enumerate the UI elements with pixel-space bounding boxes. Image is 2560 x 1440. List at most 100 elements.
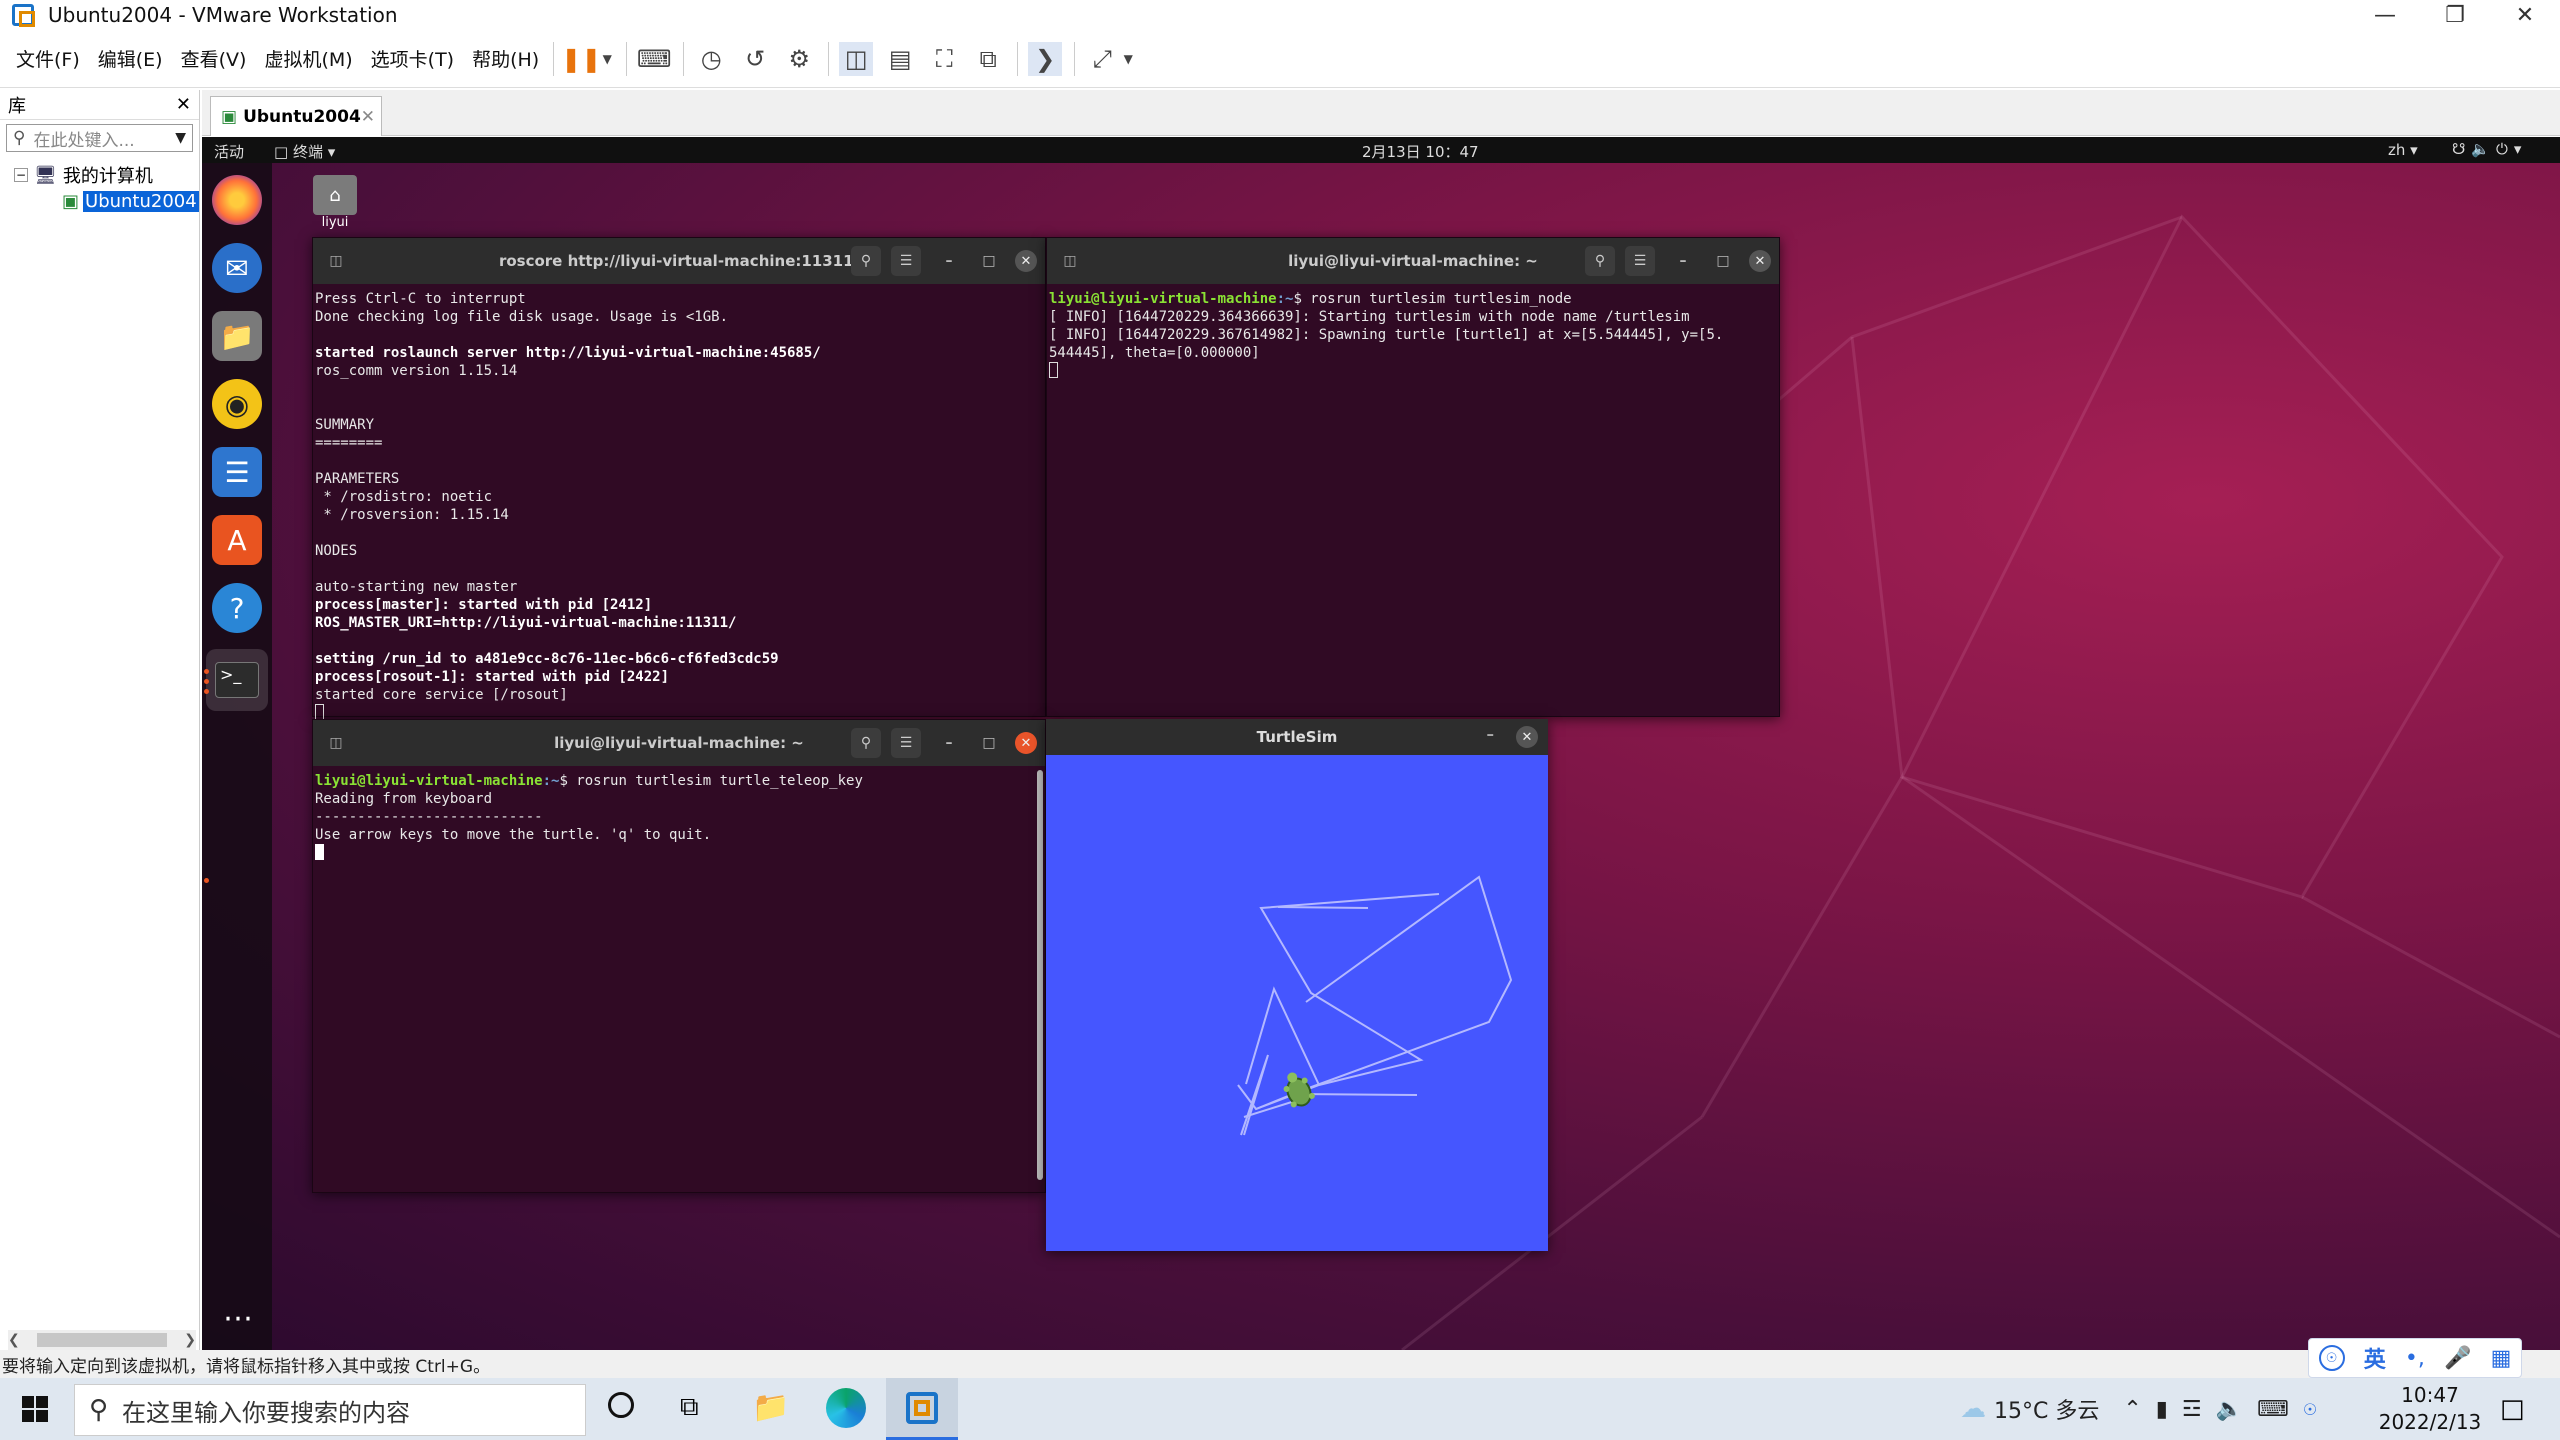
terminal-roscore[interactable]: ◫ roscore http://liyui-virtual-machine:1… <box>312 237 1046 720</box>
close-icon[interactable]: ✕ <box>1015 732 1037 754</box>
terminal-output[interactable]: Press Ctrl-C to interrupt Done checking … <box>313 284 1045 731</box>
unity-icon[interactable]: ⧉ <box>971 42 1005 76</box>
maximize-icon[interactable]: □ <box>977 249 1001 273</box>
scroll-right-icon[interactable]: ❯ <box>184 1332 196 1348</box>
show-applications-icon[interactable]: ⋯ <box>212 1293 262 1343</box>
notification-icon[interactable]: □ <box>2500 1394 2525 1424</box>
turtlesim-window[interactable]: TurtleSim – ✕ <box>1046 719 1548 1251</box>
new-tab-icon[interactable]: ◫ <box>1057 248 1083 274</box>
minimize-button[interactable]: — <box>2350 0 2420 30</box>
firefox-icon[interactable] <box>212 175 262 225</box>
scrollbar[interactable] <box>1037 770 1043 1180</box>
windows-start-icon[interactable] <box>22 1396 48 1422</box>
menu-help[interactable]: 帮助(H) <box>472 45 539 72</box>
revert-snapshot-icon[interactable]: ↺ <box>738 42 772 76</box>
desktop-home-folder[interactable]: ⌂ liyui <box>308 175 362 230</box>
chevron-down-icon[interactable]: ▼ <box>175 130 186 146</box>
scroll-left-icon[interactable]: ❮ <box>8 1332 20 1348</box>
guest-desktop[interactable]: 活动 □ 终端 ▾ 2月13日 10：47 zh ▾ ☋🔈⏻▾ ✉ 📁 ◉ ☰ … <box>202 137 2560 1350</box>
fullscreen-icon[interactable]: ⛶ <box>927 42 961 76</box>
ifly-tray-icon[interactable]: ☉ <box>2303 1400 2317 1419</box>
terminal-teleop[interactable]: ◫ liyui@liyui-virtual-machine: ~ ⚲ ☰ – □… <box>312 719 1046 1193</box>
library-view-icon[interactable]: ◫ <box>839 41 874 76</box>
taskbar-clock[interactable]: 10:47 2022/2/13 <box>2370 1382 2490 1436</box>
pause-icon[interactable]: ❚❚ <box>561 42 601 76</box>
console-icon[interactable]: ❯ <box>1028 41 1063 76</box>
ime-tray-icon[interactable]: ⌨ <box>2257 1397 2289 1422</box>
menu-vm[interactable]: 虚拟机(M) <box>264 45 352 72</box>
weather-text[interactable]: 15°C 多云 <box>1994 1393 2099 1425</box>
tree-item-my-computer[interactable]: − 🖥 我的计算机 <box>0 162 199 188</box>
app-menu[interactable]: □ 终端 ▾ <box>274 141 335 162</box>
system-tray[interactable]: ☋🔈⏻▾ <box>2452 140 2527 158</box>
minimize-icon[interactable]: – <box>937 249 961 273</box>
software-center-icon[interactable]: A <box>212 515 262 565</box>
taskbar-search-input[interactable]: ⚲ 在这里输入你要搜索的内容 <box>74 1384 586 1436</box>
tab-ubuntu2004[interactable]: ▣ Ubuntu2004 ✕ <box>210 96 382 136</box>
terminal-turtlesim-node[interactable]: ◫ liyui@liyui-virtual-machine: ~ ⚲ ☰ – □… <box>1046 237 1780 717</box>
punctuation-icon[interactable]: •, <box>2405 1346 2425 1371</box>
terminal-output[interactable]: liyui@liyui-virtual-machine:~$ rosrun tu… <box>1047 284 1779 389</box>
thunderbird-icon[interactable]: ✉ <box>212 243 262 293</box>
grid-icon[interactable]: ▦ <box>2491 1346 2512 1371</box>
search-icon[interactable]: ⚲ <box>1585 246 1615 276</box>
close-icon[interactable]: ✕ <box>361 107 375 127</box>
close-icon[interactable]: ✕ <box>1749 250 1771 272</box>
search-icon[interactable]: ⚲ <box>851 728 881 758</box>
microphone-icon[interactable]: 🎤 <box>2444 1346 2471 1371</box>
rhythmbox-icon[interactable]: ◉ <box>212 379 262 429</box>
collapse-icon[interactable]: − <box>14 168 28 182</box>
task-view-icon[interactable]: ⧉ <box>680 1392 699 1423</box>
menu-file[interactable]: 文件(F) <box>16 45 80 72</box>
library-search-input[interactable]: ⚲ 在此处键入... ▼ <box>6 124 193 152</box>
cortana-icon[interactable] <box>608 1392 634 1418</box>
language-indicator[interactable]: zh ▾ <box>2388 141 2418 159</box>
close-icon[interactable]: ✕ <box>176 94 191 115</box>
ime-toolbar[interactable]: ☉ 英 •, 🎤 ▦ <box>2308 1338 2522 1378</box>
snapshot-icon[interactable]: ◷ <box>694 42 728 76</box>
hamburger-menu-icon[interactable]: ☰ <box>891 728 921 758</box>
close-icon[interactable]: ✕ <box>1015 250 1037 272</box>
send-ctrl-alt-del-icon[interactable]: ⌨ <box>637 42 672 76</box>
close-button[interactable]: ✕ <box>2490 0 2560 30</box>
thumbnail-view-icon[interactable]: ▤ <box>883 42 917 76</box>
terminal-output[interactable]: liyui@liyui-virtual-machine:~$ rosrun tu… <box>313 766 1045 871</box>
scroll-thumb[interactable] <box>37 1333 167 1347</box>
new-tab-icon[interactable]: ◫ <box>323 248 349 274</box>
ime-mode[interactable]: 英 <box>2364 1342 2386 1374</box>
volume-icon[interactable]: 🔈 <box>2216 1397 2243 1422</box>
hamburger-menu-icon[interactable]: ☰ <box>1625 246 1655 276</box>
close-icon[interactable]: ✕ <box>1516 726 1538 748</box>
search-icon[interactable]: ⚲ <box>851 246 881 276</box>
minimize-icon[interactable]: – <box>1487 725 1495 743</box>
activities-button[interactable]: 活动 <box>214 141 244 162</box>
clock[interactable]: 2月13日 10：47 <box>1362 141 1479 162</box>
minimize-icon[interactable]: – <box>1671 249 1695 273</box>
library-scrollbar[interactable]: ❮ ❯ <box>8 1330 196 1350</box>
wifi-icon[interactable]: ☲ <box>2182 1397 2202 1422</box>
terminal-icon[interactable]: >_ <box>206 649 268 711</box>
files-icon[interactable]: 📁 <box>212 311 262 361</box>
new-tab-icon[interactable]: ◫ <box>323 730 349 756</box>
maximize-icon[interactable]: □ <box>1711 249 1735 273</box>
menu-tabs[interactable]: 选项卡(T) <box>371 45 454 72</box>
maximize-icon[interactable]: □ <box>977 731 1001 755</box>
menu-edit[interactable]: 编辑(E) <box>98 45 163 72</box>
ifly-logo-icon[interactable]: ☉ <box>2318 1345 2345 1371</box>
file-explorer-icon[interactable]: 📁 <box>752 1390 789 1425</box>
chevron-down-icon[interactable]: ▼ <box>600 42 614 76</box>
restore-button[interactable]: ❐ <box>2420 0 2490 30</box>
menu-view[interactable]: 查看(V) <box>181 45 247 72</box>
chevron-down-icon[interactable]: ▼ <box>1121 42 1135 76</box>
chevron-up-icon[interactable]: ⌃ <box>2123 1397 2141 1422</box>
battery-icon[interactable]: ▮ <box>2156 1397 2168 1422</box>
help-icon[interactable]: ? <box>212 583 262 633</box>
hamburger-menu-icon[interactable]: ☰ <box>891 246 921 276</box>
stretch-icon[interactable]: ⤢ <box>1085 42 1119 76</box>
edge-icon[interactable] <box>826 1388 866 1428</box>
vmware-taskbar-icon[interactable] <box>886 1378 958 1440</box>
minimize-icon[interactable]: – <box>937 731 961 755</box>
libreoffice-writer-icon[interactable]: ☰ <box>212 447 262 497</box>
tree-item-ubuntu[interactable]: ▣ Ubuntu2004 <box>0 188 199 214</box>
snapshot-manager-icon[interactable]: ⚙ <box>782 42 816 76</box>
